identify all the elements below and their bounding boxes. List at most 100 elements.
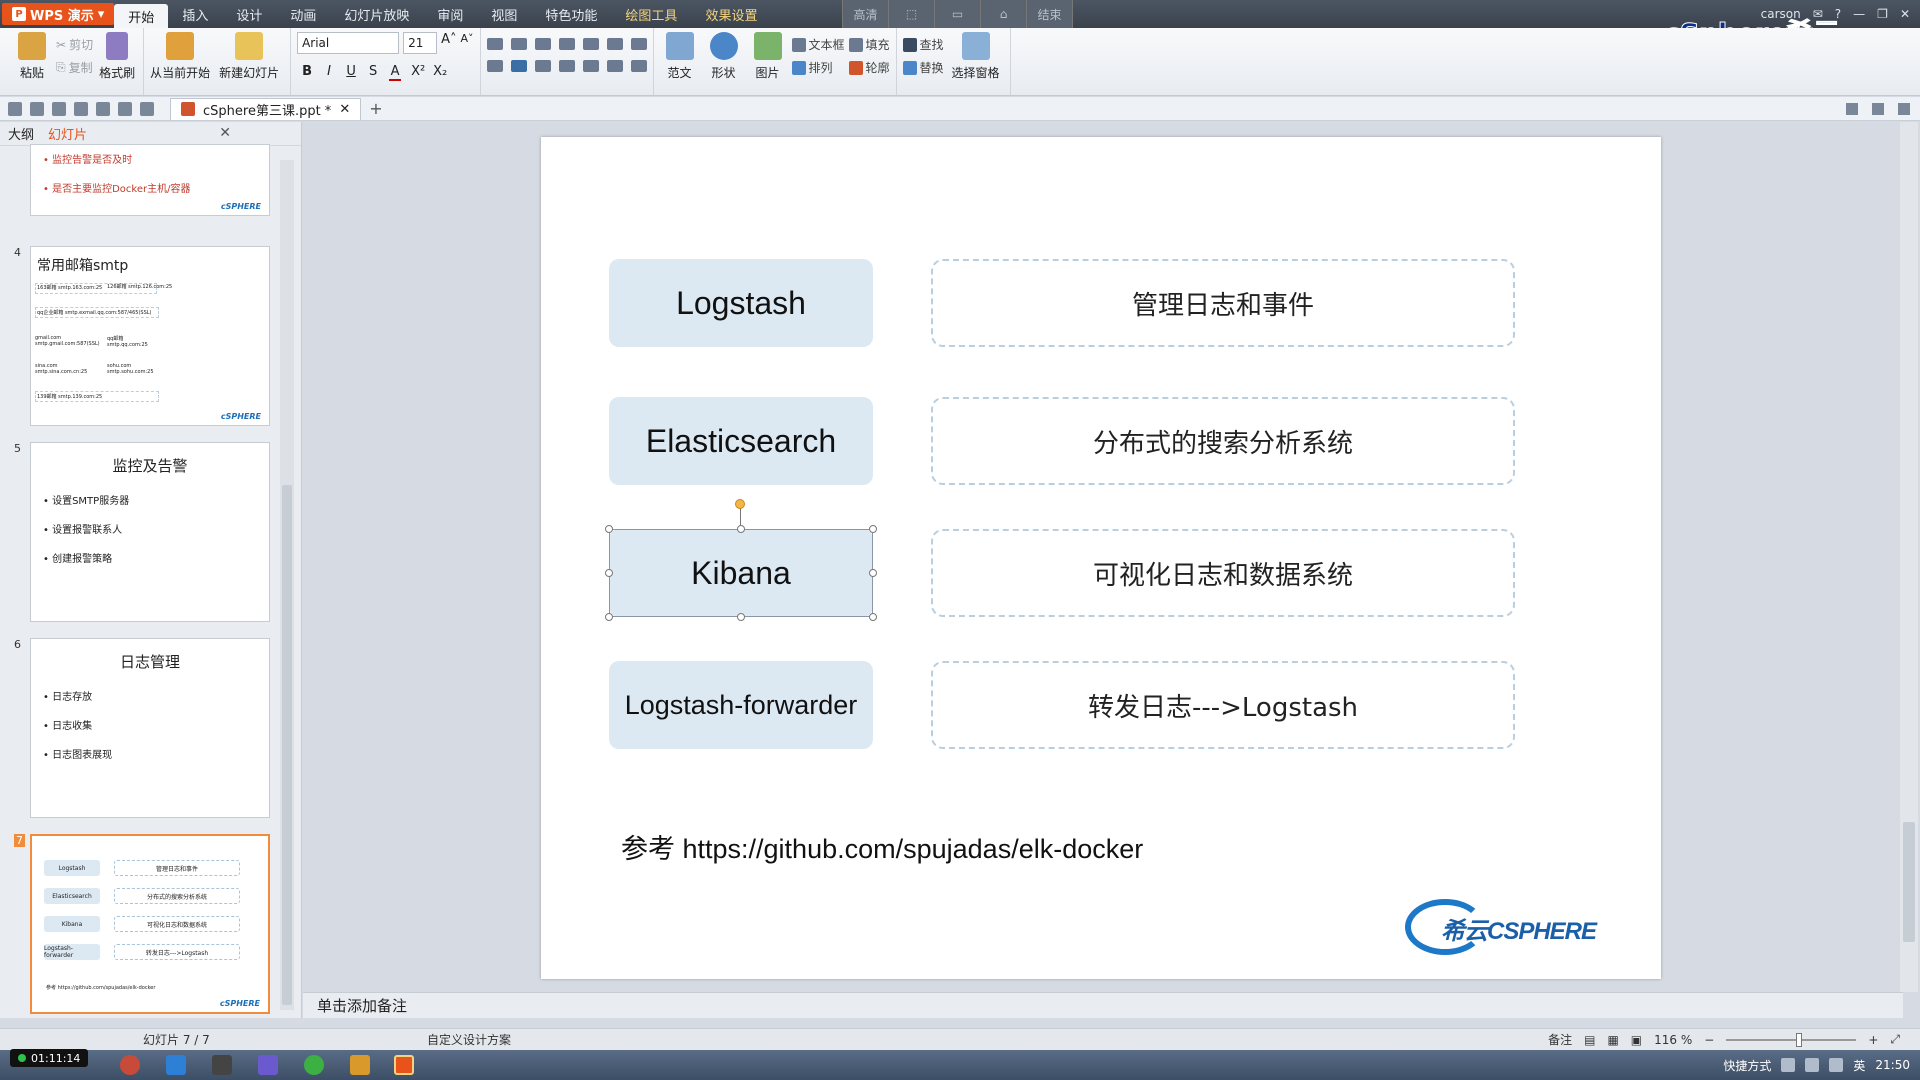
resize-handle[interactable] [605,525,613,533]
resize-handle[interactable] [737,525,745,533]
copy-button[interactable]: ⎘ 复制 [56,59,93,76]
design-scheme[interactable]: 自定义设计方案 [427,1031,511,1048]
tab-design[interactable]: 设计 [222,0,276,28]
slide-thumbnail-3[interactable]: 监控告警是否及时 是否主要监控Docker主机/容器 cSPHERE [30,144,270,216]
tray-volume-icon[interactable] [1829,1058,1844,1072]
italic-button[interactable]: I [323,64,335,81]
paste-button[interactable]: 粘贴 [12,32,52,81]
distribute-icon[interactable] [582,60,599,72]
window-mode-icon[interactable] [1872,102,1884,115]
paragraph-spacing-icon[interactable] [630,60,647,72]
slide-thumbnail-6[interactable]: 日志管理 日志存放 日志收集 日志图表展现 [30,638,270,818]
increase-indent-icon[interactable] [558,38,575,50]
close-panel-icon[interactable]: ✕ [219,125,231,141]
zoom-in-icon[interactable]: + [1868,1033,1878,1047]
outline-button[interactable]: 轮廓 [848,59,890,76]
tab-outline[interactable]: 大纲 [8,124,34,143]
language-indicator[interactable]: 英 [1853,1057,1865,1074]
new-tab-icon[interactable]: + [369,99,382,118]
clock[interactable]: 21:50 [1875,1058,1910,1072]
close-tab-icon[interactable]: ✕ [339,102,350,117]
logstash-forwarder-box[interactable]: Logstash-forwarder [609,661,873,749]
ime-label[interactable]: 快捷方式 [1723,1057,1771,1074]
tab-insert[interactable]: 插入 [168,0,222,28]
slides-scroll-thumb[interactable] [282,485,292,1005]
resize-handle[interactable] [605,569,613,577]
taskbar-browser-icon[interactable] [166,1055,186,1075]
replace-button[interactable]: 替换 [902,59,944,76]
print-preview-icon[interactable] [96,101,110,116]
grow-font-icon[interactable]: A˄ [441,32,456,54]
window-icon[interactable]: ▭ [935,0,981,28]
resize-handle[interactable] [605,613,613,621]
notes-pane[interactable]: 单击添加备注 [303,992,1903,1018]
tray-arrow-icon[interactable] [1781,1058,1796,1072]
decrease-indent-icon[interactable] [534,38,551,50]
open-icon[interactable] [8,101,22,116]
align-right-icon[interactable] [534,60,551,72]
slide-thumbnail-7[interactable]: Logstash 管理日志和事件 Elasticsearch 分布式的搜索分析系… [30,834,270,1014]
select-pane-button[interactable]: 选择窗格 [948,32,1004,81]
taskbar-wps-icon[interactable] [394,1055,414,1075]
pin-icon[interactable] [1846,102,1858,115]
slide-thumbnail-5[interactable]: 监控及告警 设置SMTP服务器 设置报警联系人 创建报警策略 [30,442,270,622]
subscript-button[interactable]: X₂ [433,64,447,81]
app-menu-button[interactable]: P WPS 演示 ▾ [2,3,115,25]
resize-handle[interactable] [869,613,877,621]
line-spacing-icon[interactable] [606,60,623,72]
resize-handle[interactable] [869,569,877,577]
editor-scroll-thumb[interactable] [1903,822,1915,942]
taskbar-terminal-icon[interactable] [212,1055,232,1075]
slide-canvas[interactable]: Logstash 管理日志和事件 Elasticsearch 分布式的搜索分析系… [541,137,1661,979]
slide-thumbnail-4[interactable]: 常用邮箱smtp 163邮箱 smtp.163.com:25 126邮箱 smt… [30,246,270,426]
from-current-button[interactable]: 从当前开始 [150,32,210,81]
justify-icon[interactable] [558,60,575,72]
reference-text[interactable]: 参考 https://github.com/spujadas/elk-docke… [621,827,1143,866]
picture-button[interactable]: 图片 [748,32,788,81]
superscript-button[interactable]: X² [411,64,425,81]
slides-scrollbar[interactable] [280,160,294,1010]
textbox-button[interactable]: 文本框 [791,36,845,53]
normal-view-icon[interactable]: ▤ [1584,1033,1595,1047]
underline-button[interactable]: U [345,64,357,81]
redo-icon[interactable] [140,101,154,116]
tab-view[interactable]: 视图 [477,0,531,28]
cut-button[interactable]: ✂ 剪切 [56,36,93,53]
template-button[interactable]: 范文 [660,32,700,81]
zoom-out-icon[interactable]: − [1704,1033,1714,1047]
zoom-slider[interactable] [1726,1032,1857,1047]
tab-home[interactable]: 开始 [114,4,169,28]
shadow-button[interactable]: S [367,64,379,81]
shrink-font-icon[interactable]: A˅ [460,32,473,54]
zoom-level[interactable]: 116 % [1654,1033,1692,1047]
logstash-forwarder-desc-box[interactable]: 转发日志--->Logstash [931,661,1515,749]
taskbar-app-icon[interactable] [120,1055,140,1075]
tab-slideshow[interactable]: 幻灯片放映 [330,0,423,28]
resize-handle[interactable] [869,525,877,533]
select-region-icon[interactable]: ⬚ [889,0,935,28]
tab-animation[interactable]: 动画 [276,0,330,28]
logstash-box[interactable]: Logstash [609,259,873,347]
font-size-select[interactable]: 21 [403,32,438,54]
elasticsearch-box[interactable]: Elasticsearch [609,397,873,485]
close-icon[interactable]: ✕ [1900,7,1910,21]
zoom-slider-handle[interactable] [1796,1032,1803,1047]
find-button[interactable]: 查找 [902,36,944,53]
restore-icon[interactable]: ❐ [1877,7,1888,21]
align-center-icon[interactable] [510,60,527,72]
taskbar-vs-icon[interactable] [258,1055,278,1075]
font-color-button[interactable]: A [389,64,402,81]
tab-effect-settings[interactable]: 效果设置 [691,0,771,28]
export-icon[interactable] [52,101,66,116]
taskbar-wechat-icon[interactable] [304,1055,324,1075]
font-name-select[interactable]: Arial [297,32,400,54]
sorter-view-icon[interactable]: ▦ [1607,1033,1618,1047]
minimize-icon[interactable]: — [1853,7,1865,21]
tray-network-icon[interactable] [1805,1058,1820,1072]
taskbar-folder-icon[interactable] [350,1055,370,1075]
elasticsearch-desc-box[interactable]: 分布式的搜索分析系统 [931,397,1515,485]
arrange-button[interactable]: 排列 [791,59,845,76]
kibana-desc-box[interactable]: 可视化日志和数据系统 [931,529,1515,617]
save-icon[interactable] [30,101,44,116]
format-painter-button[interactable]: 格式刷 [97,32,137,81]
